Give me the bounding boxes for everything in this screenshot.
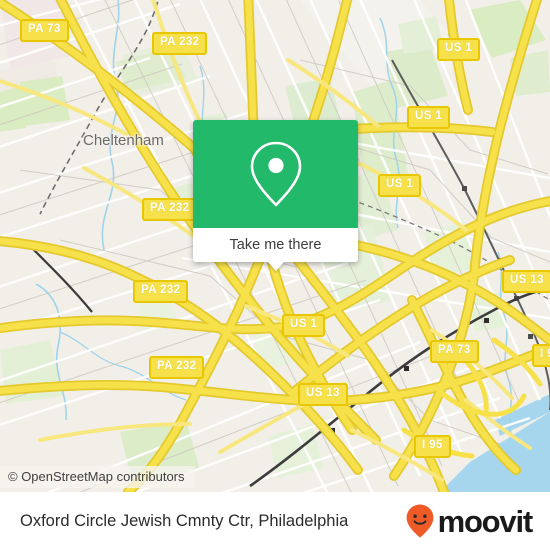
route-shield[interactable]: PA 232 bbox=[152, 32, 208, 55]
route-shield[interactable]: US 1 bbox=[407, 106, 451, 129]
route-shield[interactable]: US 1 bbox=[282, 314, 326, 337]
route-shield[interactable]: US 1 bbox=[378, 174, 422, 197]
route-shield[interactable]: PA 73 bbox=[430, 340, 479, 363]
footer-row: Oxford Circle Jewish Cmnty Ctr, Philadel… bbox=[0, 492, 550, 550]
moovit-wordmark: moovit bbox=[437, 503, 534, 539]
popup-pointer bbox=[266, 261, 285, 271]
moovit-logo[interactable]: moovit bbox=[405, 503, 534, 539]
route-shield[interactable]: PA 232 bbox=[149, 356, 205, 379]
route-shield[interactable]: PA 232 bbox=[133, 280, 189, 303]
location-popup[interactable]: Take me there bbox=[193, 120, 358, 271]
take-me-there-button[interactable]: Take me there bbox=[193, 228, 358, 262]
map-pin-icon bbox=[250, 141, 301, 207]
place-label-cheltenham: Cheltenham bbox=[83, 132, 164, 149]
smiling-pin-icon bbox=[406, 504, 433, 538]
map-canvas[interactable]: Cheltenham PA 73 PA 232 US 1 US 1 US 1 P… bbox=[0, 0, 550, 492]
map-attribution[interactable]: © OpenStreetMap contributors bbox=[0, 466, 195, 488]
location-title: Oxford Circle Jewish Cmnty Ctr, Philadel… bbox=[20, 511, 349, 530]
route-shield[interactable]: I 95 bbox=[414, 435, 451, 458]
route-shield[interactable]: I 9 bbox=[532, 344, 550, 367]
popup-icon-area bbox=[193, 120, 358, 228]
footer-bar: Oxford Circle Jewish Cmnty Ctr, Philadel… bbox=[0, 492, 550, 550]
take-me-there-label: Take me there bbox=[229, 237, 322, 253]
route-shield[interactable]: US 13 bbox=[502, 270, 550, 293]
route-shield[interactable]: US 13 bbox=[298, 383, 348, 406]
map-screenshot: Cheltenham PA 73 PA 232 US 1 US 1 US 1 P… bbox=[0, 0, 550, 550]
route-shield[interactable]: PA 232 bbox=[142, 198, 198, 221]
route-shield[interactable]: US 1 bbox=[437, 38, 481, 61]
route-shield[interactable]: PA 73 bbox=[20, 19, 69, 42]
